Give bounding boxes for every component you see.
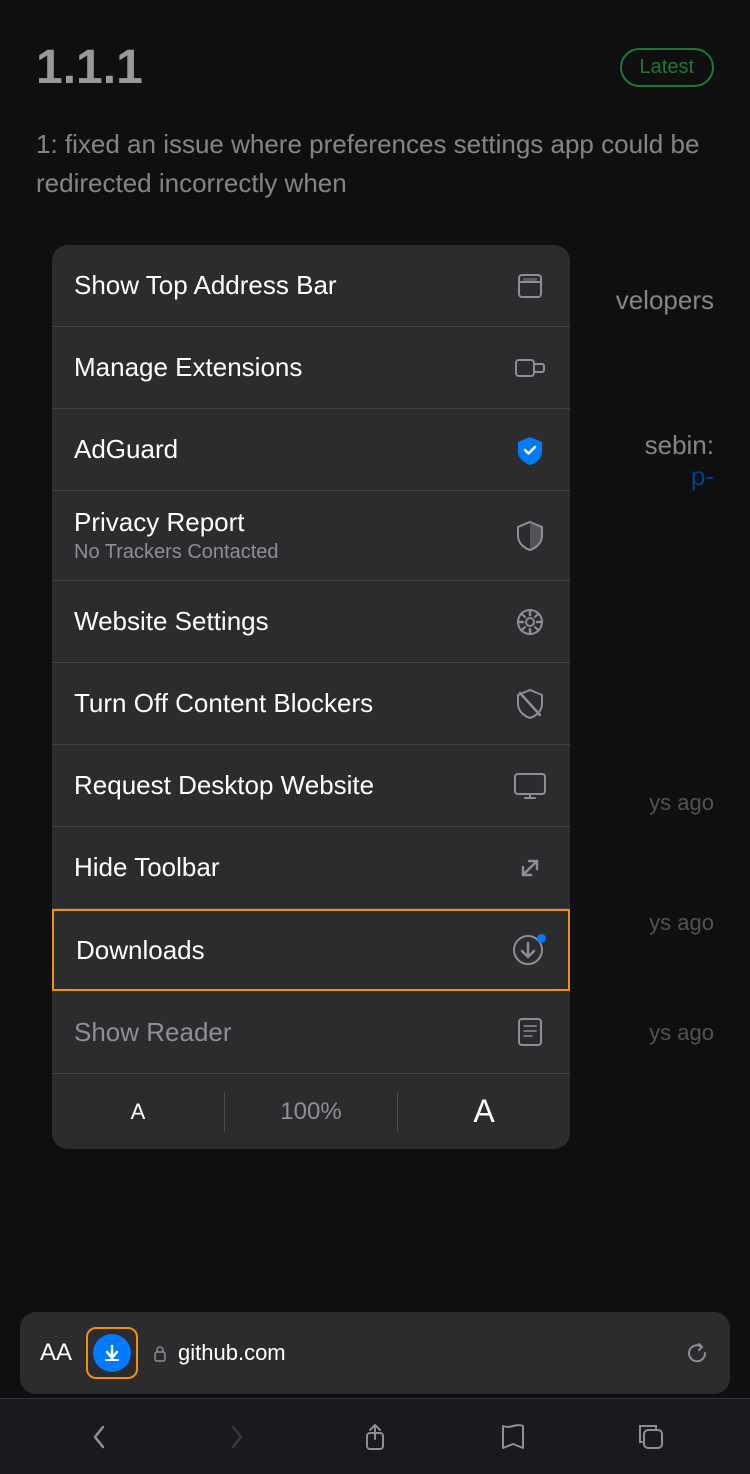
font-increase-button[interactable]: A: [398, 1074, 570, 1149]
lock-icon: [152, 1344, 168, 1362]
settings-icon: [512, 604, 548, 640]
bottom-nav: [0, 1398, 750, 1474]
blockers-icon: [512, 686, 548, 722]
menu-item-show-reader[interactable]: Show Reader: [52, 991, 570, 1073]
tabs-button[interactable]: [627, 1413, 675, 1461]
menu-item-request-desktop-website[interactable]: Request Desktop Website: [52, 745, 570, 827]
menu-item-show-top-address-bar[interactable]: Show Top Address Bar: [52, 245, 570, 327]
reader-icon: [512, 1014, 548, 1050]
menu-item-turn-off-content-blockers[interactable]: Turn Off Content Blockers: [52, 663, 570, 745]
reload-button[interactable]: [684, 1340, 710, 1366]
adguard-icon: [512, 432, 548, 468]
desktop-icon: [512, 768, 548, 804]
font-decrease-button[interactable]: A: [52, 1074, 224, 1149]
download-circle: [93, 1334, 131, 1372]
menu-item-adguard[interactable]: AdGuard: [52, 409, 570, 491]
extensions-icon: [512, 350, 548, 386]
font-large-a: A: [473, 1093, 494, 1130]
privacy-report-text-group: Privacy Report No Trackers Contacted: [74, 507, 279, 564]
font-percent-value: 100%: [280, 1098, 341, 1126]
menu-item-website-settings[interactable]: Website Settings: [52, 581, 570, 663]
bookmarks-button[interactable]: [489, 1413, 537, 1461]
bottom-toolbar: AA github.com: [20, 1312, 730, 1394]
aa-button[interactable]: AA: [40, 1339, 72, 1367]
menu-item-manage-extensions[interactable]: Manage Extensions: [52, 327, 570, 409]
url-bar[interactable]: github.com: [152, 1340, 670, 1366]
font-small-a: A: [131, 1099, 146, 1125]
forward-button[interactable]: [213, 1413, 261, 1461]
font-percent-display: 100%: [225, 1074, 397, 1149]
address-bar-icon: [512, 268, 548, 304]
download-button-highlighted[interactable]: [86, 1327, 138, 1379]
dropdown-menu: Show Top Address Bar Manage Extensions A…: [52, 245, 570, 1149]
menu-item-hide-toolbar[interactable]: Hide Toolbar: [52, 827, 570, 909]
font-size-row: A 100% A: [52, 1073, 570, 1149]
share-button[interactable]: [351, 1413, 399, 1461]
downloads-icon: [510, 932, 546, 968]
url-text: github.com: [178, 1340, 286, 1366]
menu-item-downloads[interactable]: Downloads: [52, 909, 570, 991]
privacy-icon: [512, 518, 548, 554]
hide-toolbar-icon: [512, 850, 548, 886]
back-button[interactable]: [75, 1413, 123, 1461]
show-reader-label: Show Reader: [74, 1017, 232, 1048]
menu-item-privacy-report[interactable]: Privacy Report No Trackers Contacted: [52, 491, 570, 581]
